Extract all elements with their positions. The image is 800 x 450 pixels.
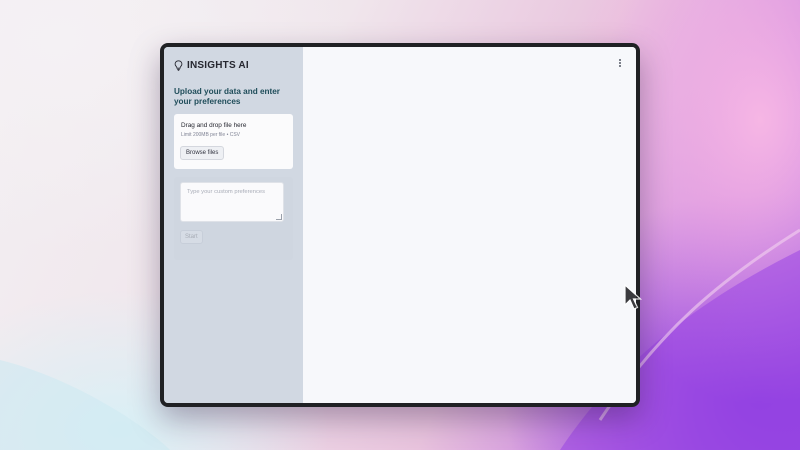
dropzone-limit-text: Limit 200MB per file • CSV: [181, 132, 240, 138]
app-title: INSIGHTS AI: [187, 59, 249, 71]
sidebar: INSIGHTS AI Upload your data and enter y…: [164, 47, 303, 403]
app-brand: INSIGHTS AI: [174, 58, 293, 72]
sidebar-heading: Upload your data and enter your preferen…: [174, 87, 280, 106]
browse-files-button[interactable]: Browse files: [180, 146, 225, 160]
resize-handle-icon[interactable]: [276, 214, 282, 220]
start-button[interactable]: Start: [180, 230, 203, 244]
preferences-form: Type your custom preferences Start: [174, 177, 293, 260]
preferences-placeholder: Type your custom preferences: [187, 189, 265, 195]
mouse-cursor-icon: [624, 283, 643, 310]
app-window: INSIGHTS AI Upload your data and enter y…: [164, 47, 636, 403]
dropzone-label: Drag and drop file here: [181, 122, 247, 129]
kebab-menu-icon[interactable]: [619, 59, 622, 69]
lightbulb-icon: [174, 59, 183, 71]
file-uploader-dropzone[interactable]: Drag and drop file here Limit 200MB per …: [174, 114, 293, 169]
preferences-textarea[interactable]: Type your custom preferences: [180, 182, 284, 222]
device-frame: INSIGHTS AI Upload your data and enter y…: [160, 43, 640, 407]
main-content: [303, 47, 636, 403]
